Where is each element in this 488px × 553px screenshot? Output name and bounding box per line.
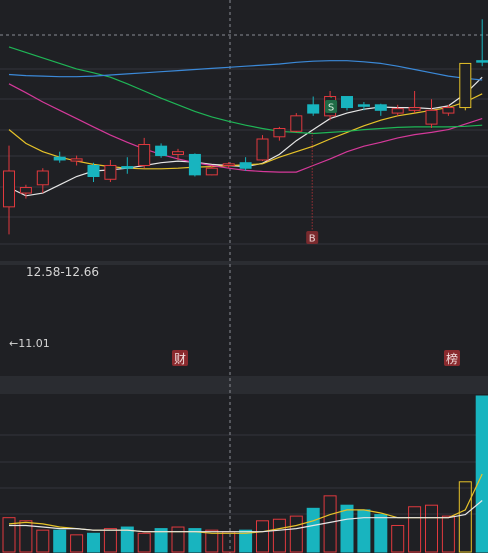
candle-body bbox=[138, 144, 151, 166]
candle[interactable] bbox=[256, 135, 269, 162]
volume-bar[interactable] bbox=[272, 518, 286, 553]
volume-bar[interactable] bbox=[103, 528, 117, 553]
candle[interactable] bbox=[459, 62, 472, 111]
candle-body bbox=[408, 107, 421, 111]
event-marker-label: 榜 bbox=[446, 351, 458, 366]
candle[interactable] bbox=[408, 91, 421, 114]
volume-bar[interactable] bbox=[137, 532, 151, 553]
volume-bar[interactable] bbox=[289, 515, 303, 553]
candle[interactable] bbox=[374, 103, 387, 116]
volume-bar[interactable] bbox=[171, 526, 185, 553]
candle-body bbox=[172, 151, 184, 155]
candle-body bbox=[53, 156, 66, 161]
candle[interactable] bbox=[341, 96, 353, 111]
low-price-marker: ←11.01 bbox=[9, 337, 50, 350]
candle-body bbox=[3, 170, 15, 208]
volume-bar[interactable] bbox=[391, 524, 405, 553]
volume-bar[interactable] bbox=[256, 520, 269, 553]
candle-body bbox=[205, 167, 218, 176]
volume-bar[interactable] bbox=[441, 515, 455, 553]
volume-bar[interactable] bbox=[306, 507, 320, 553]
candle[interactable] bbox=[53, 151, 66, 163]
volume-bar[interactable] bbox=[2, 517, 16, 553]
candle-body bbox=[155, 145, 168, 157]
candle-body bbox=[290, 115, 303, 132]
volume-bar[interactable] bbox=[222, 531, 236, 553]
volume-panel-header bbox=[0, 376, 488, 394]
volume-bar[interactable] bbox=[53, 529, 67, 553]
candle-body bbox=[442, 107, 455, 114]
volume-bar[interactable] bbox=[374, 514, 388, 553]
stock-chart-canvas[interactable]: 12.58-12.66 ←11.01 B S 财 榜 bbox=[0, 0, 488, 553]
volume-bar[interactable] bbox=[323, 495, 337, 553]
candle-body bbox=[188, 153, 201, 176]
candle-body bbox=[36, 170, 49, 186]
candle-body bbox=[70, 158, 83, 162]
candle[interactable] bbox=[273, 126, 286, 141]
candle[interactable] bbox=[3, 145, 15, 235]
buy-marker-label: B bbox=[309, 234, 316, 245]
event-marker-label: 财 bbox=[174, 352, 186, 366]
candle-body bbox=[391, 108, 404, 114]
candle-body bbox=[222, 163, 235, 166]
candle[interactable] bbox=[121, 157, 134, 174]
candle-body bbox=[87, 164, 100, 178]
volume-ma-line-2 bbox=[9, 500, 483, 533]
volume-bar[interactable] bbox=[340, 504, 354, 553]
candle-body bbox=[459, 62, 472, 109]
volume-moving-averages bbox=[8, 473, 483, 534]
price-range-label: 12.58-12.66 bbox=[26, 265, 99, 279]
volume-bar[interactable] bbox=[458, 481, 472, 553]
sell-marker-label: S bbox=[328, 103, 334, 114]
candle-body bbox=[476, 60, 488, 63]
candle[interactable] bbox=[70, 155, 83, 166]
candle[interactable] bbox=[476, 19, 488, 67]
volume-bar[interactable] bbox=[425, 504, 438, 553]
candle-body bbox=[273, 128, 286, 138]
candle[interactable] bbox=[391, 104, 404, 116]
volume-ma-line-1 bbox=[8, 473, 483, 534]
candle-body bbox=[19, 187, 32, 194]
candle[interactable] bbox=[290, 113, 303, 133]
candle-body bbox=[256, 138, 269, 161]
candle[interactable] bbox=[87, 162, 100, 183]
candle-body bbox=[341, 96, 353, 109]
candle[interactable] bbox=[104, 159, 117, 183]
candle-body bbox=[307, 104, 320, 114]
volume-bar[interactable] bbox=[357, 509, 371, 553]
candle-body bbox=[121, 166, 134, 169]
volume-bar[interactable] bbox=[70, 534, 84, 553]
volume-bar[interactable] bbox=[87, 532, 100, 553]
price-ma-line-1 bbox=[8, 76, 483, 197]
candle-body bbox=[425, 109, 438, 125]
candle-body bbox=[374, 104, 387, 111]
candle-body bbox=[104, 164, 117, 180]
overlay-markers: 12.58-12.66 ←11.01 B S 财 榜 bbox=[9, 96, 460, 366]
candle[interactable] bbox=[36, 168, 49, 194]
candle-body bbox=[239, 162, 252, 169]
candle[interactable] bbox=[188, 153, 201, 177]
candle-body bbox=[357, 104, 370, 107]
candle[interactable] bbox=[155, 143, 168, 158]
candle[interactable] bbox=[138, 137, 151, 169]
price-ma-line-5 bbox=[8, 60, 483, 81]
volume-bar[interactable] bbox=[36, 529, 50, 553]
candle[interactable] bbox=[239, 157, 252, 171]
candle[interactable] bbox=[425, 99, 438, 128]
